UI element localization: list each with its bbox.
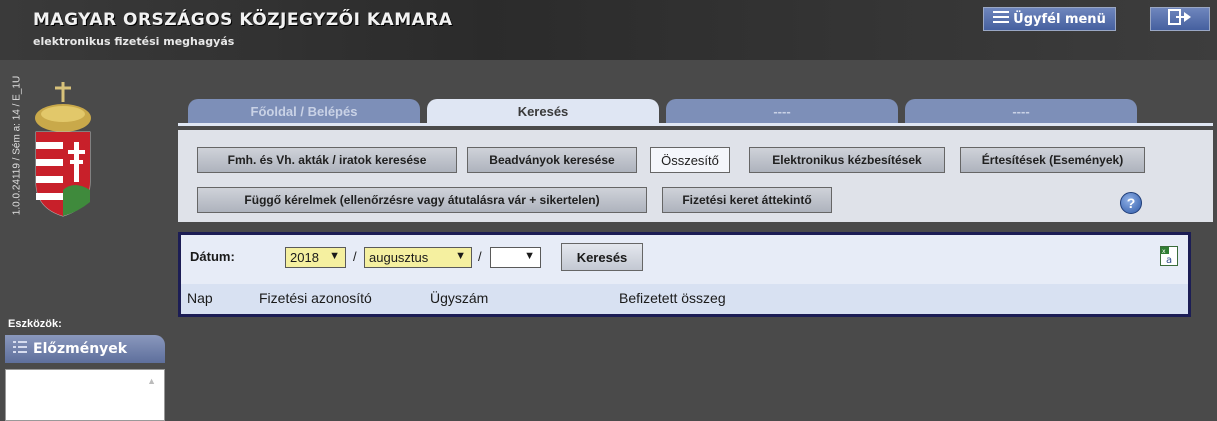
excel-export-icon[interactable]: xa — [1160, 246, 1178, 266]
date-label: Dátum: — [190, 249, 235, 264]
year-value: 2018 — [290, 250, 319, 265]
tab-empty-1-label: ---- — [773, 103, 791, 119]
client-menu-button[interactable]: Ügyfél menü — [983, 7, 1116, 31]
logout-button[interactable] — [1150, 7, 1210, 31]
column-header-day: Nap — [187, 290, 213, 306]
history-list[interactable]: ▲ — [5, 369, 165, 421]
column-header-paid-amount: Befizetett összeg — [619, 290, 726, 306]
subtab-pending-requests[interactable]: Függő kérelmek (ellenőrzésre vagy átutal… — [197, 187, 647, 213]
tab-home-label: Főoldal / Belépés — [250, 103, 358, 119]
subtab-electronic-delivery[interactable]: Elektronikus kézbesítések — [749, 147, 945, 173]
version-text: 1.0.0.24119 / Sém a: 14 / E_1U — [11, 75, 23, 216]
date-separator: / — [353, 249, 357, 264]
column-header-payment-id: Fizetési azonosító — [259, 290, 372, 306]
subtab-summary[interactable]: Összesítő — [650, 147, 730, 173]
subtab-payment-limit[interactable]: Fizetési keret áttekintő — [662, 187, 832, 213]
app-title: MAGYAR ORSZÁGOS KÖZJEGYZŐI KAMARA — [33, 10, 453, 30]
subtab-submissions[interactable]: Beadványok keresése — [467, 147, 637, 173]
subtab-fmh-vh-files[interactable]: Fmh. és Vh. akták / iratok keresése — [197, 147, 457, 173]
history-label: Előzmények — [33, 341, 128, 357]
date-separator: / — [478, 249, 482, 264]
chevron-down-icon: ▼ — [329, 250, 340, 262]
tab-empty-2[interactable]: ---- — [905, 99, 1137, 123]
history-button[interactable]: Előzmények — [5, 335, 165, 363]
search-button[interactable]: Keresés — [561, 243, 643, 271]
tab-search[interactable]: Keresés — [427, 99, 659, 123]
day-select[interactable]: ▼ — [490, 247, 541, 268]
tab-empty-1[interactable]: ---- — [666, 99, 898, 123]
hamburger-icon — [993, 10, 1010, 28]
client-menu-label: Ügyfél menü — [1013, 11, 1106, 27]
tab-search-label: Keresés — [517, 103, 569, 119]
svg-text:x: x — [1162, 248, 1166, 255]
logout-icon — [1168, 9, 1192, 29]
chevron-down-icon: ▼ — [455, 250, 466, 262]
column-header-case-number: Ügyszám — [430, 290, 489, 306]
svg-text:a: a — [1166, 255, 1172, 265]
results-panel: Dátum: 2018 ▼ / augusztus ▼ / ▼ Keresés … — [178, 232, 1191, 317]
month-select[interactable]: augusztus ▼ — [364, 247, 472, 268]
tab-home[interactable]: Főoldal / Belépés — [188, 99, 420, 123]
chevron-down-icon: ▼ — [524, 250, 535, 262]
tab-empty-2-label: ---- — [1012, 103, 1030, 119]
filter-row: Dátum: 2018 ▼ / augusztus ▼ / ▼ Keresés … — [181, 235, 1188, 284]
month-value: augusztus — [369, 250, 429, 265]
scroll-up-icon[interactable]: ▲ — [147, 376, 156, 386]
tab-underline — [178, 123, 1213, 126]
year-select[interactable]: 2018 ▼ — [285, 247, 346, 268]
app-subtitle: elektronikus fizetési meghagyás — [33, 35, 235, 48]
help-icon[interactable]: ? — [1120, 192, 1142, 214]
subtab-notifications[interactable]: Értesítések (Események) — [960, 147, 1145, 173]
list-icon — [13, 340, 27, 358]
coat-of-arms-logo — [28, 80, 98, 220]
tools-label: Eszközök: — [8, 318, 62, 330]
